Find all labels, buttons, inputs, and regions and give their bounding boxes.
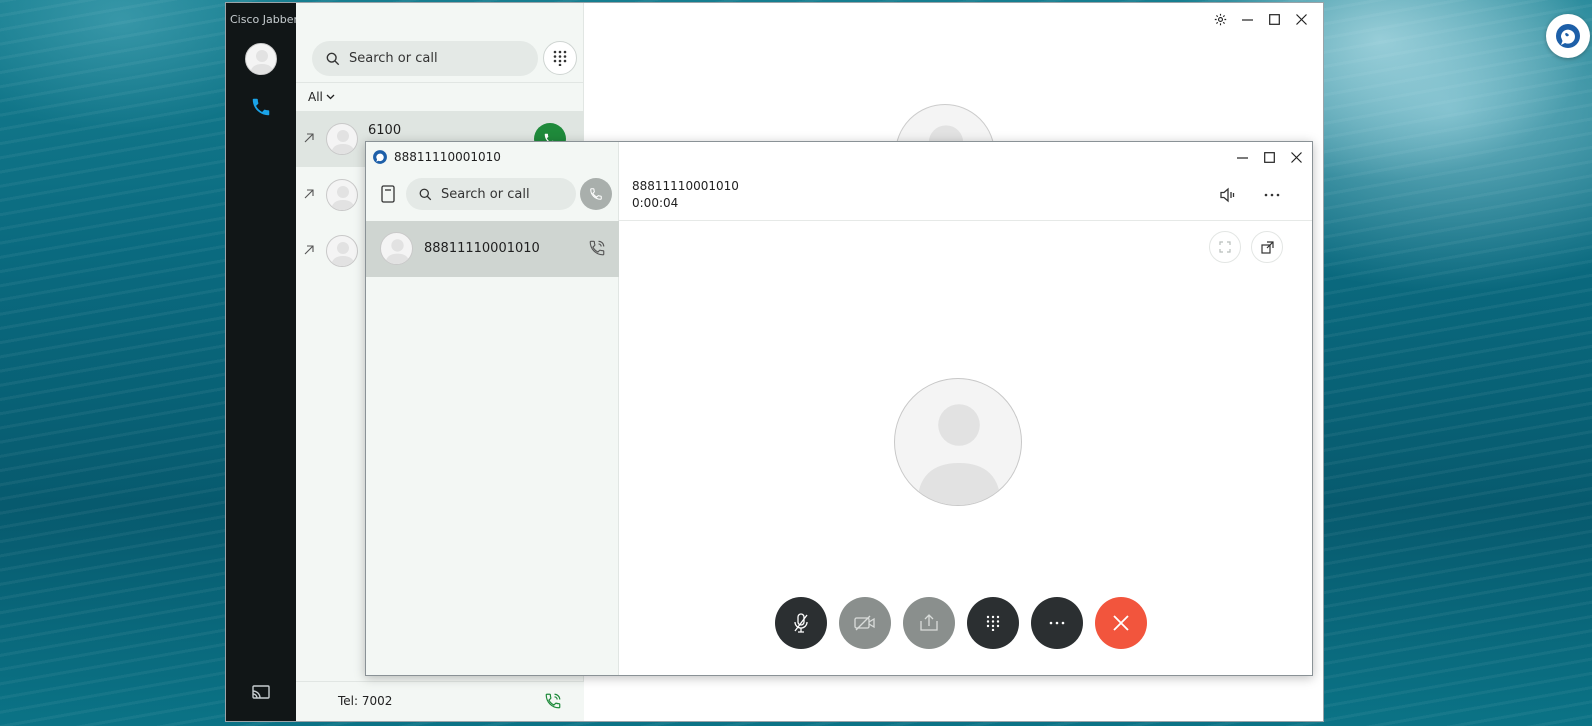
gear-icon xyxy=(1214,13,1227,25)
status-bar: Tel: 7002 xyxy=(296,681,584,721)
call-window-controls xyxy=(1229,147,1310,167)
share-icon xyxy=(920,614,938,631)
mic-muted-icon xyxy=(794,613,808,633)
popout-button[interactable] xyxy=(1251,231,1283,263)
close-button[interactable] xyxy=(1283,147,1310,167)
minimize-button[interactable] xyxy=(1229,147,1256,167)
search-placeholder: Search or call xyxy=(349,51,438,66)
filter-label: All xyxy=(308,90,323,104)
search-placeholder: Search or call xyxy=(441,186,530,202)
active-call-item[interactable]: 88811110001010 xyxy=(366,221,619,277)
end-call-icon xyxy=(1113,615,1129,631)
call-window: 88811110001010 Search or call 8881111000… xyxy=(365,141,1313,676)
avatar xyxy=(326,235,358,267)
navigation-rail: Cisco Jabber xyxy=(226,3,298,721)
jabber-tray-icon[interactable] xyxy=(1546,14,1590,58)
divider xyxy=(296,82,583,83)
search-input[interactable]: Search or call xyxy=(312,41,538,76)
more-button[interactable] xyxy=(1031,597,1083,649)
search-icon xyxy=(326,52,340,65)
phone-active-icon xyxy=(589,240,605,256)
popout-icon xyxy=(1260,240,1274,254)
call-timer: 0:00:04 xyxy=(632,196,679,210)
app-title: Cisco Jabber xyxy=(230,13,298,26)
minimize-icon xyxy=(1237,156,1248,159)
fullscreen-button[interactable] xyxy=(1209,231,1241,263)
caller-avatar xyxy=(894,378,1022,506)
outgoing-call-icon xyxy=(304,245,314,255)
filter-dropdown[interactable]: All xyxy=(308,90,335,104)
call-window-title: 88811110001010 xyxy=(394,150,501,164)
keypad-icon xyxy=(986,615,1000,631)
phone-connected-icon[interactable] xyxy=(544,692,562,710)
video-off-icon xyxy=(854,615,875,631)
minimize-icon xyxy=(1242,18,1253,21)
call-stage: 88811110001010 0:00:04 xyxy=(619,142,1312,675)
contacts-book-icon[interactable] xyxy=(380,185,396,203)
share-button[interactable] xyxy=(903,597,955,649)
end-call-button[interactable] xyxy=(1095,597,1147,649)
phone-icon xyxy=(590,188,602,200)
phone-icon[interactable] xyxy=(250,96,272,118)
divider xyxy=(619,220,1312,221)
maximize-icon xyxy=(1269,13,1280,25)
recent-name: 6100 xyxy=(368,123,402,138)
close-button[interactable] xyxy=(1288,9,1315,29)
maximize-button[interactable] xyxy=(1261,9,1288,29)
more-icon xyxy=(1049,621,1065,625)
video-button[interactable] xyxy=(839,597,891,649)
chevron-down-icon xyxy=(326,94,335,100)
keypad-icon xyxy=(553,50,567,66)
close-icon xyxy=(1291,151,1302,163)
user-avatar[interactable] xyxy=(245,43,277,75)
settings-button[interactable] xyxy=(1207,9,1234,29)
close-icon xyxy=(1296,13,1307,25)
search-call-button[interactable] xyxy=(580,178,612,210)
keypad-button[interactable] xyxy=(967,597,1019,649)
jabber-logo-icon xyxy=(373,150,387,164)
window-controls xyxy=(1207,9,1315,29)
search-icon xyxy=(419,188,432,200)
more-icon[interactable] xyxy=(1262,186,1282,204)
active-call-name: 88811110001010 xyxy=(424,241,540,256)
fullscreen-icon xyxy=(1219,241,1231,253)
call-search-input[interactable]: Search or call xyxy=(406,178,576,210)
avatar xyxy=(326,179,358,211)
call-number: 88811110001010 xyxy=(632,179,739,193)
dialpad-button[interactable] xyxy=(543,41,577,75)
avatar xyxy=(380,232,413,265)
speaker-icon[interactable] xyxy=(1219,186,1237,204)
maximize-button[interactable] xyxy=(1256,147,1283,167)
call-window-title-bar: 88811110001010 xyxy=(372,149,501,165)
call-control-bar xyxy=(775,597,1147,649)
avatar xyxy=(326,123,358,155)
call-sidebar: 88811110001010 Search or call 8881111000… xyxy=(366,142,619,675)
minimize-button[interactable] xyxy=(1234,9,1261,29)
outgoing-call-icon xyxy=(304,189,314,199)
maximize-icon xyxy=(1264,151,1275,163)
outgoing-call-icon xyxy=(304,133,314,143)
cast-screen-icon[interactable] xyxy=(251,684,271,702)
tel-number: Tel: 7002 xyxy=(338,694,393,708)
mute-button[interactable] xyxy=(775,597,827,649)
